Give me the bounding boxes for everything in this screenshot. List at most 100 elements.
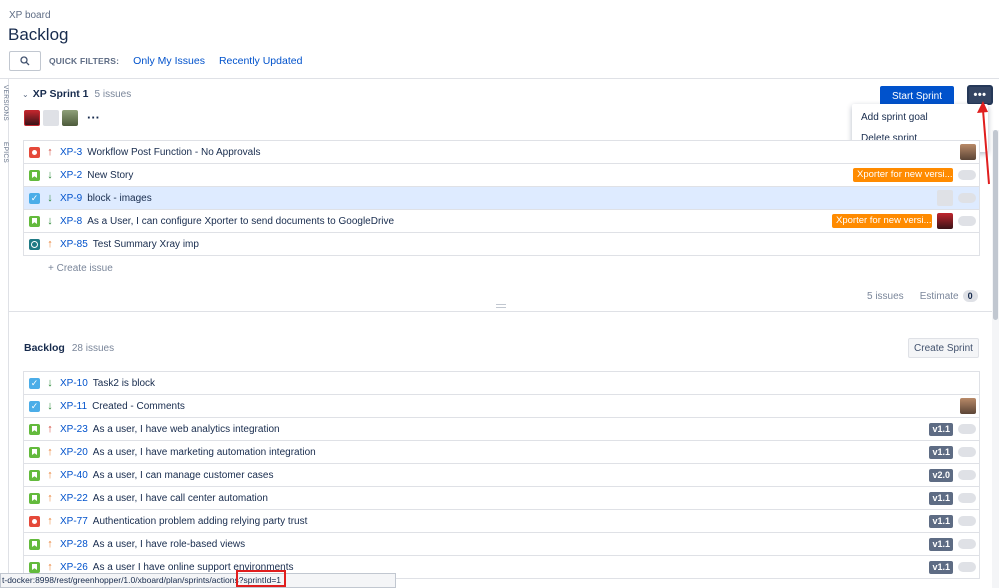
table-row[interactable]: ✓ ↓ XP-11 Created - Comments <box>24 395 979 418</box>
issue-key[interactable]: XP-40 <box>60 470 88 481</box>
issue-key[interactable]: XP-77 <box>60 516 88 527</box>
avatar[interactable] <box>24 110 40 126</box>
issue-key[interactable]: XP-26 <box>60 562 88 573</box>
table-row[interactable]: ↓ XP-8 As a User, I can configure Xporter … <box>24 210 979 233</box>
sprint-header[interactable]: ⌄ XP Sprint 1 5 issues <box>22 88 131 100</box>
story-type-icon <box>29 561 40 573</box>
issue-key[interactable]: XP-22 <box>60 493 88 504</box>
search-input[interactable] <box>9 51 41 71</box>
issue-summary: Task2 is block <box>92 377 156 389</box>
sprint-issue-list: ↑ XP-3 Workflow Post Function - No Approva… <box>23 140 980 256</box>
avatar[interactable] <box>937 190 953 206</box>
issue-meta: v1.1 <box>929 533 976 555</box>
priority-med-icon: ↑ <box>47 561 53 573</box>
table-row[interactable]: ✓ ↓ XP-9 block - images <box>24 187 979 210</box>
resize-handle[interactable] <box>496 304 506 308</box>
task-type-icon: ✓ <box>29 377 40 389</box>
version-badge: v1.1 <box>929 560 953 574</box>
priority-low-icon: ↓ <box>47 215 53 227</box>
task-type-icon: ✓ <box>29 192 40 204</box>
version-badge: v1.1 <box>929 422 953 436</box>
issue-meta: v2.0 <box>929 464 976 486</box>
backlog-header: Backlog 28 issues <box>24 342 114 354</box>
table-row[interactable]: ↑ XP-23 As a user, I have web analytics in… <box>24 418 979 441</box>
priority-low-icon: ↓ <box>47 400 53 412</box>
estimate-badge <box>958 539 976 549</box>
issue-key[interactable]: XP-11 <box>60 401 87 412</box>
story-type-icon <box>29 469 40 481</box>
issue-key[interactable]: XP-9 <box>60 193 82 204</box>
issue-meta <box>960 141 976 163</box>
create-issue-link[interactable]: + Create issue <box>48 263 113 274</box>
estimate-badge <box>958 516 976 526</box>
story-type-icon <box>29 446 40 458</box>
issue-meta <box>960 395 976 417</box>
issue-key[interactable]: XP-3 <box>60 147 82 158</box>
filter-recently-updated[interactable]: Recently Updated <box>219 55 302 67</box>
issue-meta: v1.1 <box>929 487 976 509</box>
backlog-name: Backlog <box>24 342 65 354</box>
estimate-badge <box>958 216 976 226</box>
issue-summary: Workflow Post Function - No Approvals <box>87 146 261 158</box>
priority-low-icon: ↓ <box>47 377 53 389</box>
chevron-down-icon[interactable]: ⌄ <box>22 90 29 99</box>
create-sprint-button[interactable]: Create Sprint <box>908 338 979 358</box>
estimate-badge <box>958 424 976 434</box>
issue-key[interactable]: XP-23 <box>60 424 88 435</box>
estimate-badge: 0 <box>962 290 978 302</box>
story-type-icon <box>29 215 40 227</box>
avatar[interactable] <box>960 144 976 160</box>
table-row[interactable]: ↑ XP-77 Authentication problem adding rely… <box>24 510 979 533</box>
table-row[interactable]: ↑ XP-28 As a user, I have role-based views… <box>24 533 979 556</box>
version-badge: v1.1 <box>929 537 953 551</box>
priority-med-icon: ↑ <box>47 492 53 504</box>
issue-summary: Created - Comments <box>92 400 185 412</box>
issue-key[interactable]: XP-20 <box>60 447 88 458</box>
page-title: Backlog <box>8 25 69 44</box>
epic-label[interactable]: Xporter for new versi... <box>832 214 932 228</box>
epic-label[interactable]: Xporter for new versi... <box>853 168 953 182</box>
annotation-highlight-box <box>236 570 286 587</box>
issue-summary: As a User, I can configure Xporter to se… <box>87 215 395 227</box>
menu-item-add-sprint-goal[interactable]: Add sprint goal <box>852 107 988 128</box>
epics-tab[interactable]: EPICS <box>0 142 9 163</box>
quick-filters: QUICK FILTERS: Only My Issues Recently U… <box>9 51 302 71</box>
issue-summary: Authentication problem adding relying pa… <box>92 515 308 527</box>
breadcrumb[interactable]: XP board <box>9 10 51 21</box>
table-row[interactable]: ✓ ↓ XP-10 Task2 is block <box>24 372 979 395</box>
avatar[interactable] <box>62 110 78 126</box>
table-row[interactable]: ↑ XP-20 As a user, I have marketing automa… <box>24 441 979 464</box>
sprint-footer: 5 issues Estimate 0 <box>867 290 978 302</box>
more-assignees-icon[interactable]: ··· <box>87 111 100 124</box>
priority-low-icon: ↓ <box>47 169 53 181</box>
table-row[interactable]: ↑ XP-40 As a user, I can manage customer c… <box>24 464 979 487</box>
estimate-badge <box>958 470 976 480</box>
filter-only-my-issues[interactable]: Only My Issues <box>133 55 205 67</box>
version-badge: v1.1 <box>929 491 953 505</box>
issue-summary: As a user, I have marketing automation i… <box>92 446 316 458</box>
issue-summary: As a user, I can manage customer cases <box>92 469 274 481</box>
issue-key[interactable]: XP-28 <box>60 539 88 550</box>
sprint-footer-count: 5 issues <box>867 290 904 302</box>
test-type-icon <box>29 238 40 250</box>
avatar[interactable] <box>937 213 953 229</box>
issue-key[interactable]: XP-2 <box>60 170 82 181</box>
issue-meta: v1.1 <box>929 441 976 463</box>
versions-tab[interactable]: VERSIONS <box>0 85 9 121</box>
issue-key[interactable]: XP-10 <box>60 378 88 389</box>
table-row[interactable]: ↑ XP-3 Workflow Post Function - No Approva… <box>24 141 979 164</box>
issue-key[interactable]: XP-85 <box>60 239 88 250</box>
table-row[interactable]: ↑ XP-22 As a user, I have call center auto… <box>24 487 979 510</box>
table-row[interactable]: ↑ XP-85 Test Summary Xray imp <box>24 233 979 256</box>
issue-key[interactable]: XP-8 <box>60 216 82 227</box>
version-badge: v2.0 <box>929 468 953 482</box>
avatar[interactable] <box>43 110 59 126</box>
priority-med-icon: ↑ <box>47 446 53 458</box>
task-type-icon: ✓ <box>29 400 40 412</box>
search-icon <box>20 56 30 66</box>
avatar[interactable] <box>960 398 976 414</box>
scrollbar-thumb[interactable] <box>993 130 998 320</box>
bug-type-icon <box>29 515 40 527</box>
issue-meta: Xporter for new versi... <box>832 210 976 232</box>
table-row[interactable]: ↓ XP-2 New Story Xporter for new versi... <box>24 164 979 187</box>
